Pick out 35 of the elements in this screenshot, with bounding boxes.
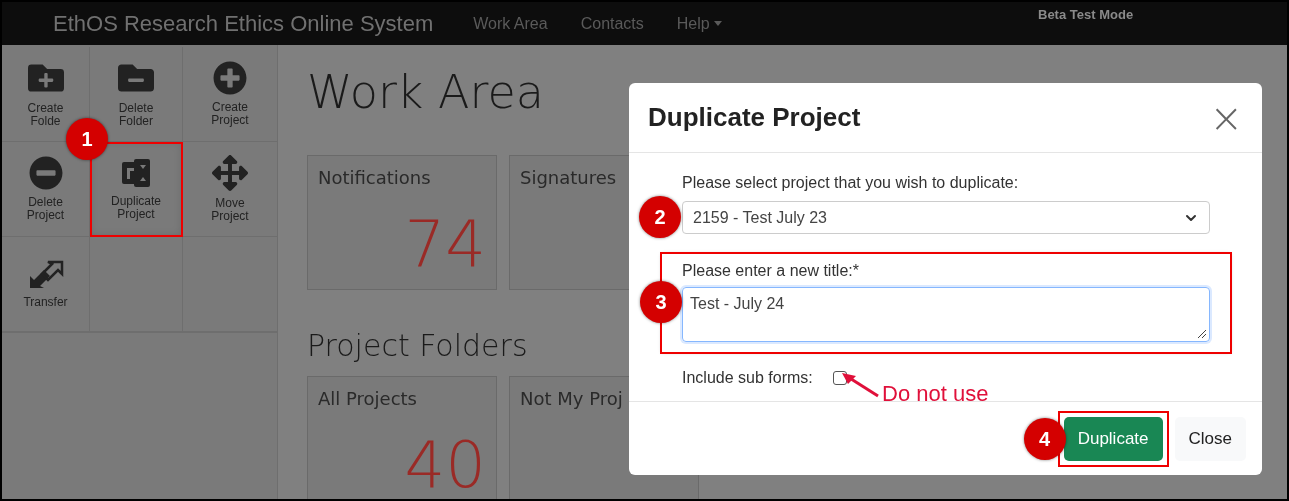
close-button[interactable]: Close [1174,416,1246,461]
nav-link[interactable]: Work Area [473,11,548,36]
mode-label: Beta Test Mode [1038,6,1134,24]
step-number-badge: 1 [66,118,108,160]
annotation-note: Do not use [882,380,989,408]
card-title: Notifications [318,166,432,190]
dashboard-card[interactable]: Notifications 74 [307,155,497,290]
two-arrows-icon [27,259,64,290]
pointer-arrow [840,372,880,398]
section-heading: Project Folders [307,328,528,364]
duplicate-button[interactable]: Duplicate [1063,416,1163,461]
document-icon [120,157,152,189]
move-arrows-icon [212,155,248,191]
step-number-badge: 3 [640,281,682,323]
step-number-badge: 2 [639,196,681,238]
dialog-title: Duplicate Project [648,101,861,134]
project-select[interactable]: 2159 - Test July 23 [682,201,1210,234]
title-input-field[interactable]: Test - July 24 [682,287,1210,342]
resize-handle-icon [1197,329,1207,339]
brand-title[interactable]: EthOS Research Ethics Online System [53,7,434,40]
toolbar-button[interactable]: Transfer [2,237,90,332]
checkbox[interactable] [832,371,847,385]
nav-link[interactable]: Contacts [580,11,644,36]
caret-icon [713,21,722,26]
nav-link[interactable]: Help [676,11,722,36]
toolbar-button[interactable]: Move Project [183,142,278,237]
card-count: 40 [404,433,486,497]
close-button[interactable]: × [1209,97,1243,138]
card-title: All Projects [318,387,418,411]
step-number-badge: 4 [1023,417,1066,460]
card-title: Not My Proj [520,387,624,411]
card-count: 74 [404,212,486,276]
page-heading: Work Area [307,65,544,119]
toolbar-button[interactable]: Create Project [183,47,278,142]
dashboard-card[interactable]: All Projects 40 [307,376,497,499]
